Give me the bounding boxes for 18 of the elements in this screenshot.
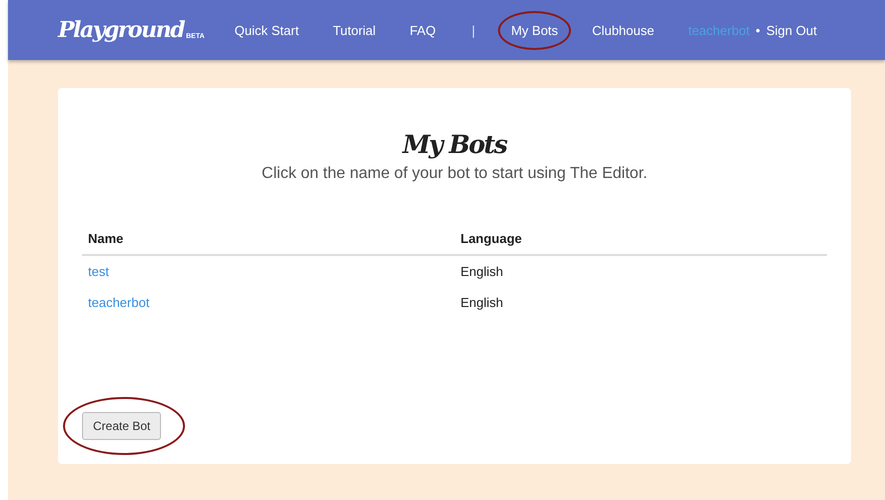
bot-name-link[interactable]: teacherbot bbox=[88, 295, 150, 310]
logo[interactable]: Playground bbox=[58, 17, 184, 43]
column-header: Language bbox=[454, 227, 827, 255]
page-title: My Bots bbox=[401, 130, 508, 159]
bot-name-link[interactable]: test bbox=[88, 264, 109, 279]
nav-divider: | bbox=[470, 22, 476, 38]
nav-link[interactable]: My Bots bbox=[511, 22, 558, 38]
nav-link[interactable]: Tutorial bbox=[332, 22, 376, 38]
nav-link[interactable]: Quick Start bbox=[234, 22, 299, 38]
nav-link[interactable]: FAQ bbox=[410, 22, 436, 38]
create-bot-button[interactable]: Create Bot bbox=[82, 412, 162, 440]
page-subtitle: Click on the name of your bot to start using The Editor. bbox=[260, 165, 648, 183]
language-cell-text: English bbox=[460, 294, 504, 312]
column-header: Name bbox=[82, 227, 454, 255]
language-cell: English bbox=[454, 255, 827, 287]
nav-link[interactable]: Clubhouse bbox=[592, 22, 654, 38]
separator-dot: • bbox=[756, 22, 760, 38]
sign-out-link[interactable]: Sign Out bbox=[766, 22, 817, 38]
